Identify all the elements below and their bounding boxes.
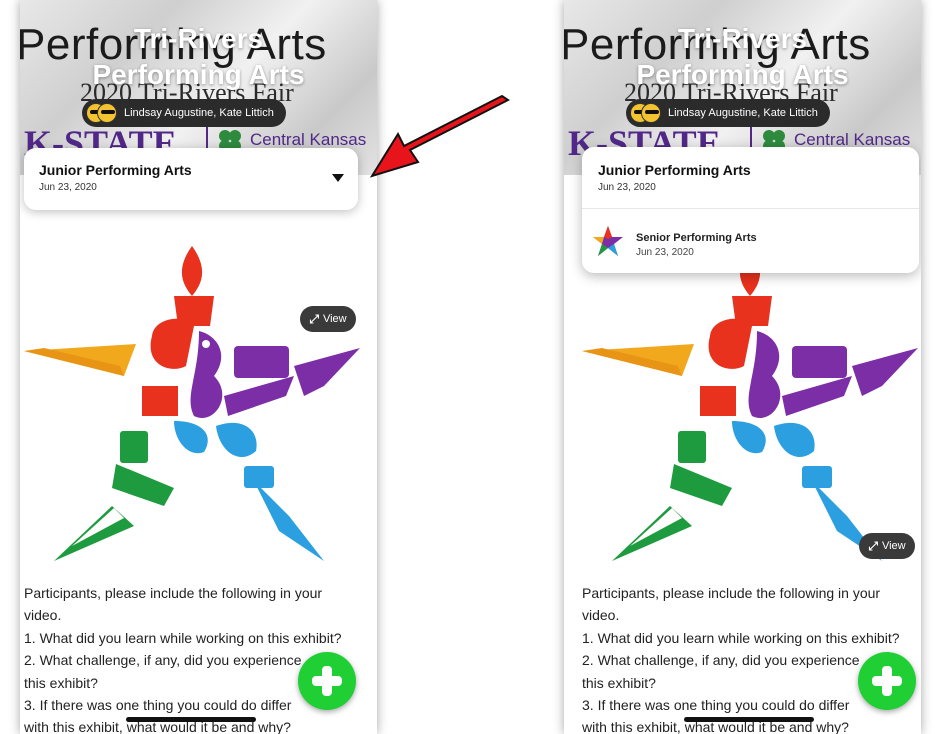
dropdown-selected-title: Junior Performing Arts [598,162,751,178]
home-indicator[interactable] [684,717,814,722]
view-media-button[interactable]: ⤢ View [300,306,356,332]
judge-avatars-icon [86,102,117,124]
judges-names: Lindsay Augustine, Kate Littich [124,107,274,119]
add-entry-button[interactable] [858,652,916,710]
judges-pill[interactable]: Lindsay Augustine, Kate Littich [82,99,286,127]
division-dropdown-open[interactable]: Junior Performing Arts Jun 23, 2020 Seni… [582,147,919,273]
description-line: Participants, please include the followi… [24,585,323,601]
exhibit-title-line1: Tri-Rivers [133,23,264,54]
option-date: Jun 23, 2020 [636,247,694,258]
view-button-label: View [881,540,906,552]
description-line: 1. What did you learn while working on t… [582,629,900,646]
exhibit-title-line2: Performing Arts [92,59,305,90]
description-line: video. [582,607,620,624]
add-entry-button[interactable] [298,652,356,710]
division-dropdown[interactable]: Junior Performing Arts Jun 23, 2020 [24,148,358,210]
option-title: Senior Performing Arts [636,232,757,244]
view-media-button[interactable]: ⤢ View [859,533,915,559]
performing-arts-star-image [24,246,360,561]
star-thumbnail-icon [593,226,623,256]
phone-screen-open: Performing Arts 2020 Tri-Rivers Fair K-S… [564,0,921,734]
annotation-arrow-icon [370,94,510,178]
dropdown-selected-date: Jun 23, 2020 [39,182,97,193]
description-line: 1. What did you learn while working on t… [24,629,342,646]
caret-down-icon[interactable] [332,174,344,182]
expand-arrows-icon: ⤢ [309,311,319,326]
expand-arrows-icon: ⤢ [868,538,878,553]
home-indicator[interactable] [126,717,256,722]
dropdown-selected-row[interactable]: Junior Performing Arts Jun 23, 2020 [582,147,919,209]
dropdown-option-senior[interactable]: Senior Performing Arts Jun 23, 2020 [582,209,919,273]
dropdown-selected-title: Junior Performing Arts [39,162,192,178]
judge-avatars-icon [630,102,661,124]
description-line: Participants, please include the followi… [582,585,881,601]
view-button-label: View [322,313,347,325]
central-kansas-label: Central Kansas [250,130,367,149]
phone-screen-closed: Performing Arts 2020 Tri-Rivers Fair K-S… [20,0,377,734]
description-line: video. [24,607,62,624]
judges-pill[interactable]: Lindsay Augustine, Kate Littich [626,99,830,127]
performing-arts-star-image [582,246,918,561]
exhibit-title-line2: Performing Arts [636,59,849,90]
judges-names: Lindsay Augustine, Kate Littich [668,107,818,119]
dropdown-selected-date: Jun 23, 2020 [598,182,656,193]
exhibit-title-line1: Tri-Rivers [677,23,808,54]
